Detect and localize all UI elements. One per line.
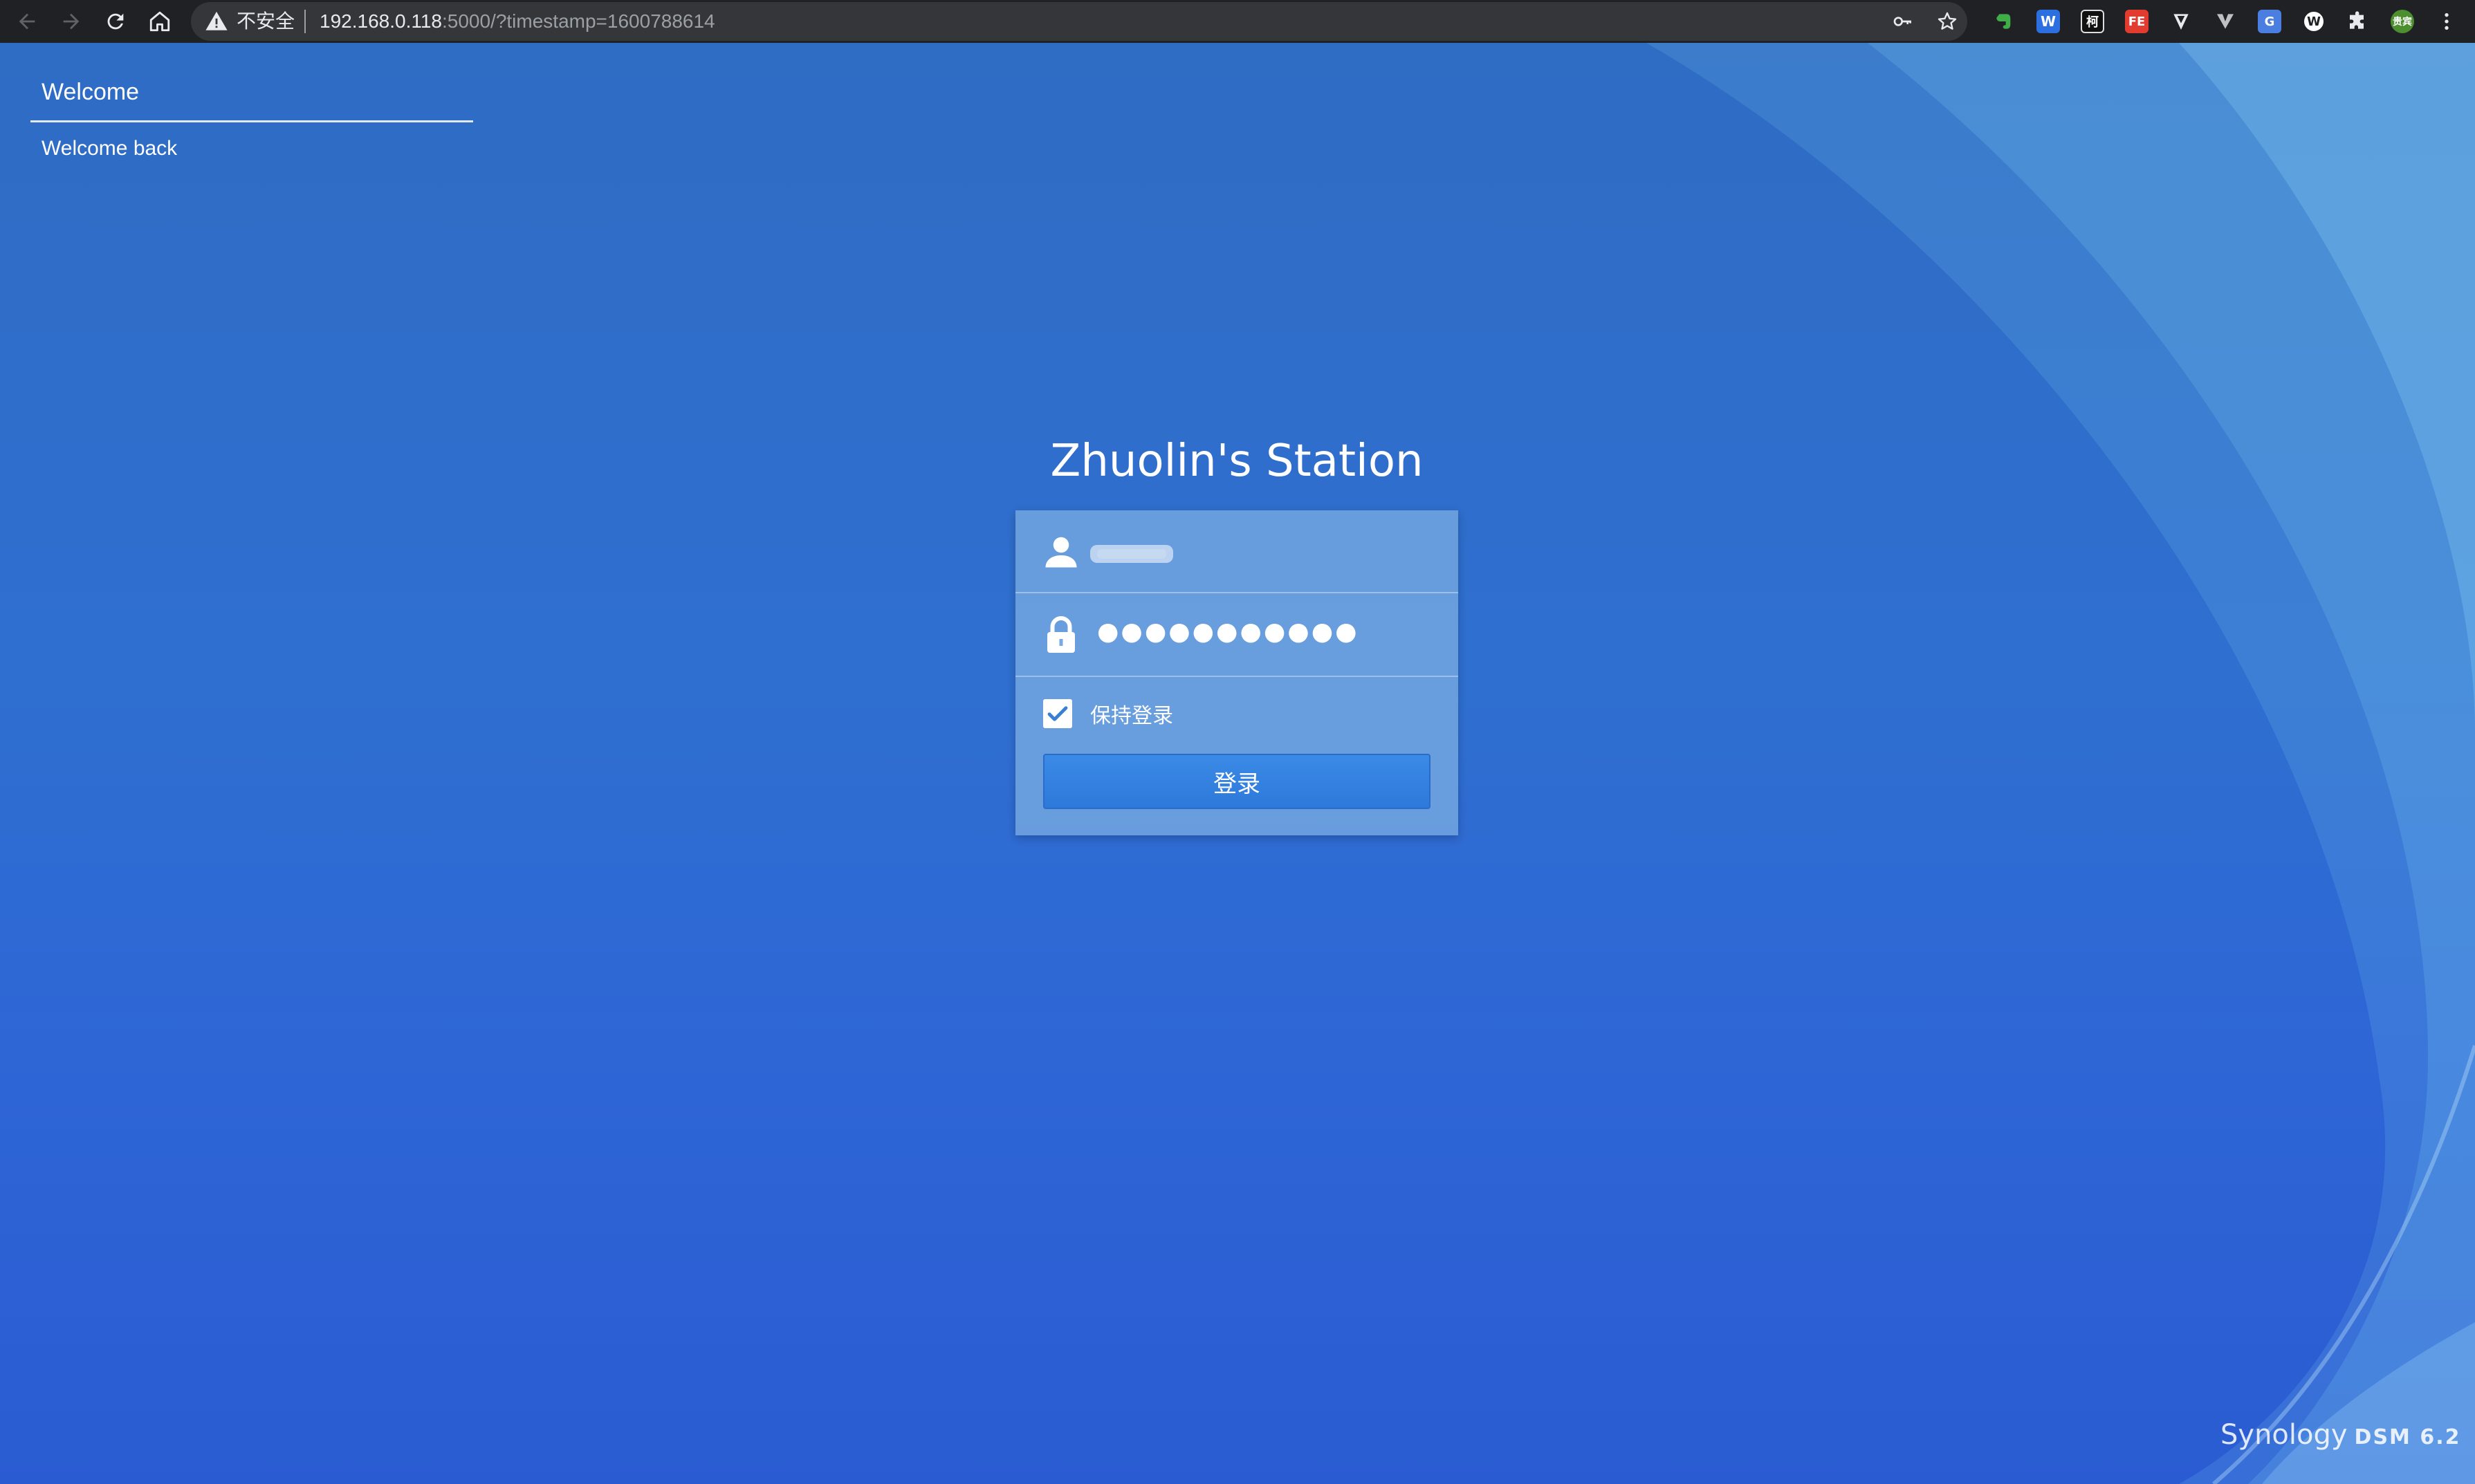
translate-icon-label: G — [2258, 10, 2281, 33]
home-icon[interactable] — [144, 6, 176, 37]
remember-me[interactable]: 保持登录 — [1043, 698, 1173, 729]
kebab-menu-icon[interactable] — [2432, 7, 2461, 36]
synology-brand: Synology DSM 6.2 — [2220, 1419, 2461, 1451]
username-value-redacted — [1090, 545, 1173, 563]
profile-avatar[interactable]: 贵宾 — [2388, 7, 2417, 36]
vue-devtools-icon[interactable] — [2166, 7, 2196, 36]
warning-icon[interactable] — [205, 10, 228, 33]
reload-icon[interactable] — [100, 6, 131, 37]
username-field[interactable] — [1015, 510, 1458, 593]
forward-icon[interactable] — [55, 6, 87, 37]
url-path: :5000/?timestamp=1600788614 — [441, 10, 715, 32]
w-icon[interactable]: W — [2034, 7, 2063, 36]
login-form: ●●●●●●●●●●● 保持登录 登录 — [1015, 510, 1458, 835]
remember-checkbox[interactable] — [1043, 699, 1072, 728]
lock-icon — [1047, 616, 1075, 653]
translate-icon[interactable]: G — [2255, 7, 2284, 36]
w-circle-icon-label: W — [2302, 10, 2326, 33]
welcome-subtitle: Welcome back — [42, 137, 178, 160]
address-separator — [304, 10, 306, 33]
key-icon[interactable] — [1888, 7, 1917, 36]
evernote-icon[interactable] — [1989, 7, 2018, 36]
browser-toolbar: 不安全 192.168.0.118:5000/?timestamp=160078… — [0, 0, 2475, 43]
star-icon[interactable] — [1933, 7, 1962, 36]
profile-avatar-label: 贵宾 — [2391, 10, 2414, 33]
insecure-label[interactable]: 不安全 — [237, 6, 295, 37]
back-icon[interactable] — [11, 6, 43, 37]
welcome-title: Welcome — [42, 79, 140, 105]
w-circle-icon[interactable]: W — [2299, 7, 2328, 36]
brand-vendor: Synology — [2220, 1419, 2348, 1451]
url-host: 192.168.0.118 — [320, 10, 442, 32]
v-icon[interactable] — [2211, 7, 2240, 36]
welcome-divider — [30, 120, 473, 122]
w-icon-label: W — [2036, 10, 2060, 33]
puzzle-icon[interactable] — [2344, 7, 2373, 36]
url-text[interactable]: 192.168.0.118:5000/?timestamp=1600788614 — [320, 6, 715, 37]
fe-icon-label: FE — [2125, 10, 2149, 33]
fe-icon[interactable]: FE — [2122, 7, 2151, 36]
password-mask: ●●●●●●●●●●● — [1097, 618, 1359, 646]
station-title: Zhuolin's Station — [1050, 436, 1424, 487]
password-field[interactable]: ●●●●●●●●●●● — [1015, 594, 1458, 677]
brand-product: DSM 6.2 — [2354, 1425, 2461, 1449]
remember-label: 保持登录 — [1090, 704, 1173, 728]
ke-icon-label: 柯 — [2081, 10, 2104, 33]
user-icon — [1045, 537, 1077, 568]
check-icon — [1047, 706, 1068, 721]
dsm-login-page: Welcome Welcome back Zhuolin's Station ●… — [0, 43, 2475, 1484]
ke-icon[interactable]: 柯 — [2078, 7, 2107, 36]
login-button[interactable]: 登录 — [1043, 754, 1430, 809]
